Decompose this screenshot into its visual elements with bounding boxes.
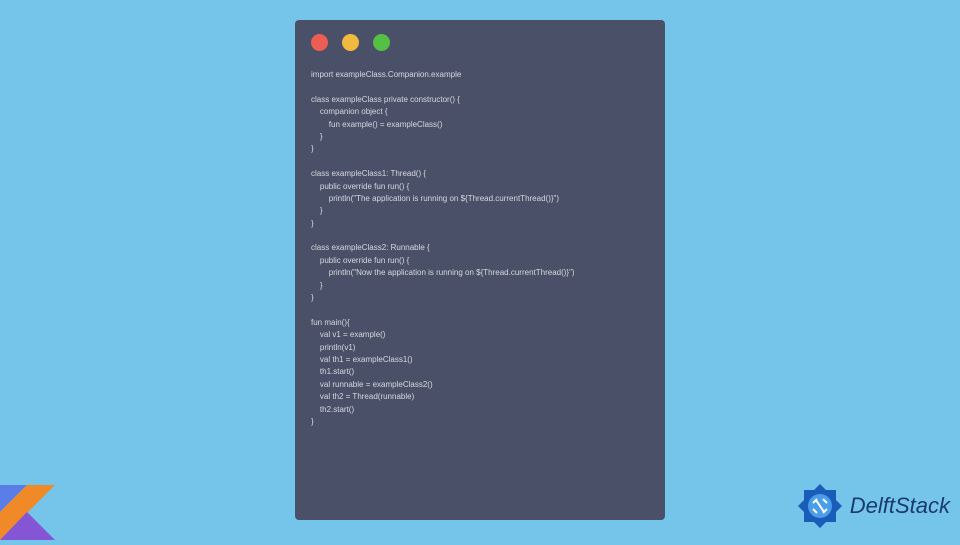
delftstack-logo: DelftStack: [796, 482, 950, 530]
code-content: import exampleClass.Companion.example cl…: [311, 69, 649, 428]
kotlin-logo-icon: [0, 485, 55, 540]
minimize-icon: [342, 34, 359, 51]
delftstack-brand-text: DelftStack: [850, 493, 950, 519]
window-controls: [311, 34, 649, 51]
maximize-icon: [373, 34, 390, 51]
close-icon: [311, 34, 328, 51]
delftstack-icon: [796, 482, 844, 530]
code-window: import exampleClass.Companion.example cl…: [295, 20, 665, 520]
